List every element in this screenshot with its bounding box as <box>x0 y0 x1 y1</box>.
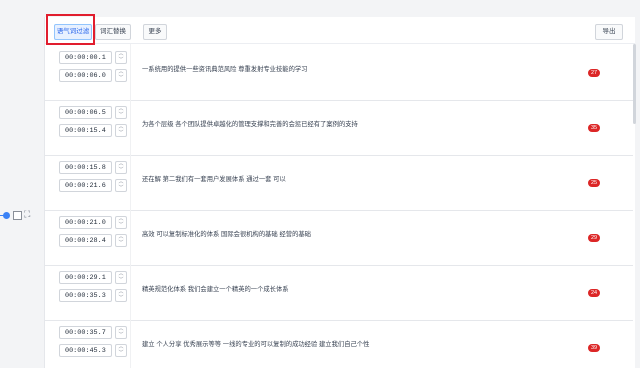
list-item: 00:00:21.0 ︿ ﹀ 00:00:28.4 ︿ ﹀ 高效 可以复制标准化的体… <box>45 209 633 266</box>
start-time-stepper[interactable]: ︿ ﹀ <box>115 271 127 284</box>
chevron-down-icon[interactable]: ﹀ <box>118 76 124 81</box>
end-time-stepper[interactable]: ︿ ﹀ <box>115 124 127 137</box>
left-rail: ⛶ <box>0 0 44 368</box>
subtitle-text[interactable]: 还在解 第二我们有一套用户发展体系 通过一套 可以 <box>142 174 286 183</box>
start-time-stepper[interactable]: ︿ ﹀ <box>115 51 127 64</box>
layout-icon[interactable] <box>13 211 22 220</box>
chevron-down-icon[interactable]: ﹀ <box>118 113 124 118</box>
end-time-stepper[interactable]: ︿ ﹀ <box>115 69 127 82</box>
replace-button[interactable]: 词汇替换 <box>95 24 131 40</box>
filter-button[interactable]: 语气词过滤 <box>54 24 92 40</box>
subtitle-text[interactable]: 精英规范化体系 我们会建立一个精英的一个成长体系 <box>142 284 289 293</box>
chevron-down-icon[interactable]: ﹀ <box>118 186 124 191</box>
fullscreen-icon[interactable]: ⛶ <box>24 210 30 219</box>
divider <box>130 44 131 100</box>
list-item: 00:00:00.1 ︿ ﹀ 00:00:06.0 ︿ ﹀ 一系统用的提供一些资讯典… <box>45 44 633 101</box>
start-time-input[interactable]: 00:00:00.1 <box>59 51 112 64</box>
end-time-input[interactable]: 00:00:28.4 <box>59 234 112 247</box>
timeline-handle[interactable] <box>3 212 10 219</box>
end-time-stepper[interactable]: ︿ ﹀ <box>115 234 127 247</box>
chevron-down-icon[interactable]: ﹀ <box>118 278 124 283</box>
subtitle-text[interactable]: 建立 个人分享 优秀展示等等 一线的专业的可以复制的成功经验 建立我们自己个性 <box>142 339 369 348</box>
start-time-input[interactable]: 00:00:29.1 <box>59 271 112 284</box>
start-time-stepper[interactable]: ︿ ﹀ <box>115 216 127 229</box>
start-time-input[interactable]: 00:00:15.8 <box>59 161 112 174</box>
char-count-badge: 25 <box>588 179 600 187</box>
list-item: 00:00:15.8 ︿ ﹀ 00:00:21.6 ︿ ﹀ 还在解 第二我们有一套用… <box>45 154 633 211</box>
start-time-input[interactable]: 00:00:35.7 <box>59 326 112 339</box>
list-item: 00:00:35.7 ︿ ﹀ 00:00:45.3 ︿ ﹀ 建立 个人分享 优秀展示… <box>45 319 633 368</box>
chevron-down-icon[interactable]: ﹀ <box>118 351 124 356</box>
subtitle-panel: 语气词过滤 词汇替换 更多 导出 00:00:00.1 ︿ ﹀ 00:00:06.… <box>44 14 636 368</box>
char-count-badge: 24 <box>588 289 600 297</box>
divider <box>130 209 131 265</box>
char-count-badge: 39 <box>588 344 600 352</box>
toolbar: 语气词过滤 词汇替换 更多 导出 <box>45 14 635 45</box>
list-item: 00:00:29.1 ︿ ﹀ 00:00:35.3 ︿ ﹀ 精英规范化体系 我们会建… <box>45 264 633 321</box>
start-time-stepper[interactable]: ︿ ﹀ <box>115 106 127 119</box>
end-time-stepper[interactable]: ︿ ﹀ <box>115 179 127 192</box>
char-count-badge: 29 <box>588 234 600 242</box>
char-count-badge: 27 <box>588 69 600 77</box>
end-time-input[interactable]: 00:00:15.4 <box>59 124 112 137</box>
start-time-stepper[interactable]: ︿ ﹀ <box>115 161 127 174</box>
end-time-input[interactable]: 00:00:21.6 <box>59 179 112 192</box>
export-button[interactable]: 导出 <box>595 24 623 40</box>
subtitle-text[interactable]: 高效 可以复制标准化的体系 国际会很机构的基础 经营的基础 <box>142 229 311 238</box>
end-time-input[interactable]: 00:00:35.3 <box>59 289 112 302</box>
list-item: 00:00:06.5 ︿ ﹀ 00:00:15.4 ︿ ﹀ 为各个层级 各个团队提供… <box>45 99 633 156</box>
divider <box>130 264 131 320</box>
chevron-down-icon[interactable]: ﹀ <box>118 223 124 228</box>
divider <box>130 319 131 368</box>
chevron-down-icon[interactable]: ﹀ <box>118 333 124 338</box>
divider <box>130 154 131 210</box>
start-time-input[interactable]: 00:00:21.0 <box>59 216 112 229</box>
subtitle-list: 00:00:00.1 ︿ ﹀ 00:00:06.0 ︿ ﹀ 一系统用的提供一些资讯典… <box>45 44 633 368</box>
char-count-badge: 35 <box>588 124 600 132</box>
end-time-input[interactable]: 00:00:06.0 <box>59 69 112 82</box>
end-time-stepper[interactable]: ︿ ﹀ <box>115 289 127 302</box>
start-time-stepper[interactable]: ︿ ﹀ <box>115 326 127 339</box>
chevron-down-icon[interactable]: ﹀ <box>118 58 124 63</box>
divider <box>130 99 131 155</box>
scrollbar[interactable] <box>633 44 636 124</box>
chevron-down-icon[interactable]: ﹀ <box>118 296 124 301</box>
subtitle-text[interactable]: 为各个层级 各个团队提供卓越化的管理支撑和完善的会惩已经有了案例的支持 <box>142 119 358 128</box>
chevron-down-icon[interactable]: ﹀ <box>118 131 124 136</box>
end-time-stepper[interactable]: ︿ ﹀ <box>115 344 127 357</box>
chevron-down-icon[interactable]: ﹀ <box>118 241 124 246</box>
subtitle-text[interactable]: 一系统用的提供一些资讯典范风险 尊重发射专业技能的学习 <box>142 64 307 73</box>
end-time-input[interactable]: 00:00:45.3 <box>59 344 112 357</box>
start-time-input[interactable]: 00:00:06.5 <box>59 106 112 119</box>
more-button[interactable]: 更多 <box>143 24 167 40</box>
chevron-down-icon[interactable]: ﹀ <box>118 168 124 173</box>
